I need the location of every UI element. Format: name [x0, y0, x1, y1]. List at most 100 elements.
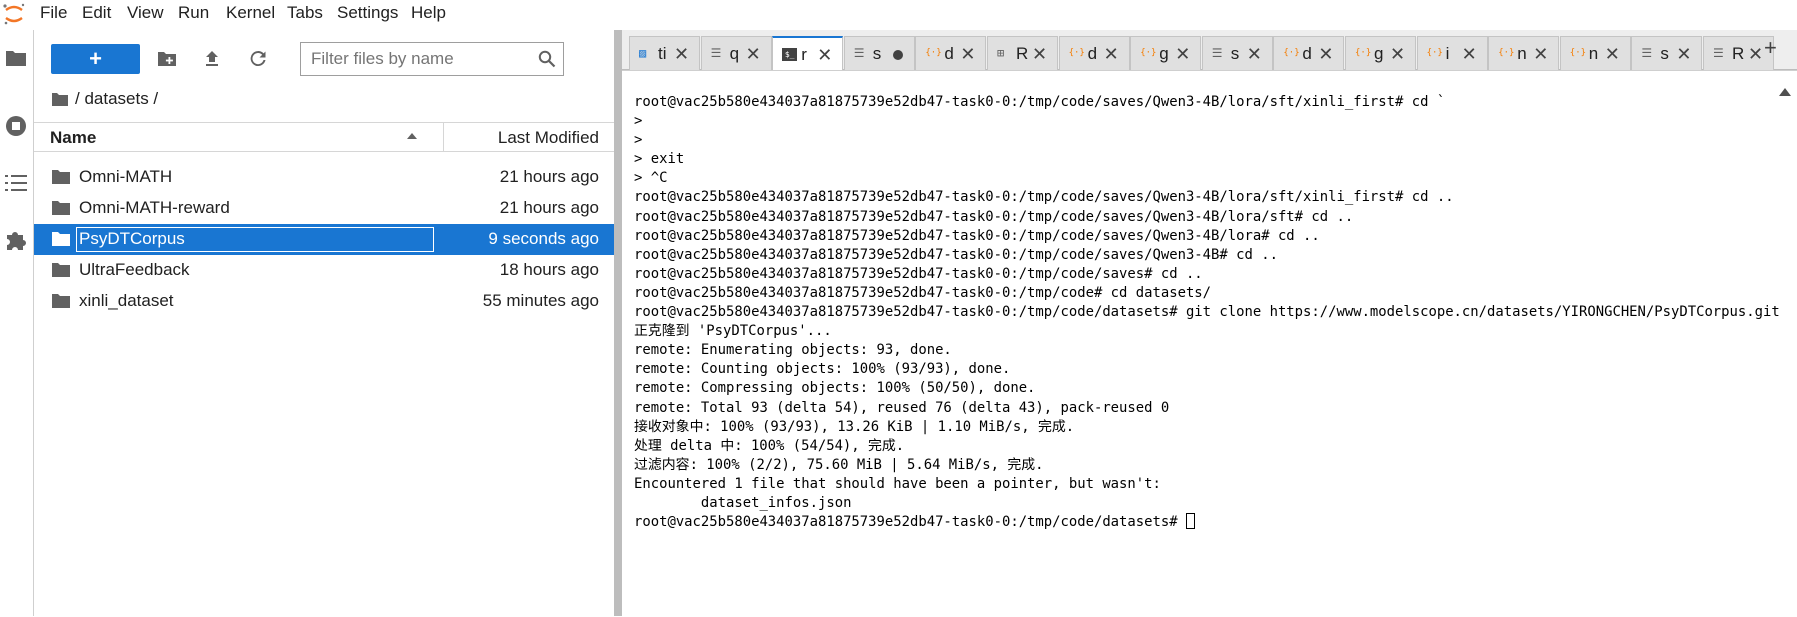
close-icon[interactable]: ✕ [1676, 44, 1691, 64]
tab-2[interactable]: $_ r ✕ [772, 36, 844, 71]
menu-kernel[interactable]: Kernel [226, 3, 275, 23]
terminal-line: root@vac25b580e434037a81875739e52db47-ta… [634, 94, 1446, 110]
tab-4[interactable]: {·} d ✕ [915, 36, 987, 70]
search-icon [538, 50, 556, 68]
file-row-omni-math[interactable]: Omni-MATH 21 hours ago [34, 162, 614, 193]
file-modified: 21 hours ago [499, 167, 599, 186]
new-folder-button[interactable] [152, 44, 182, 74]
tab-11[interactable]: {·} i ✕ [1416, 36, 1488, 70]
close-icon[interactable]: ✕ [1533, 44, 1548, 64]
tab-label: ti [658, 44, 667, 63]
terminal-line: root@vac25b580e434037a81875739e52db47-ta… [634, 227, 1320, 244]
tab-8[interactable]: ☰ s ✕ [1201, 36, 1273, 70]
menubar: File Edit View Run Kernel Tabs Settings … [0, 0, 1797, 28]
upload-button[interactable] [197, 44, 227, 74]
close-icon[interactable]: ✕ [1462, 44, 1477, 64]
extension-puzzle-icon[interactable] [4, 228, 28, 252]
file-row-xinli-dataset[interactable]: xinli_dataset 55 minutes ago [34, 286, 614, 317]
home-folder-icon[interactable] [52, 92, 68, 106]
menu-help[interactable]: Help [411, 3, 446, 23]
close-icon[interactable]: ✕ [1748, 44, 1763, 64]
new-launcher-button[interactable]: + [51, 44, 140, 74]
folder-icon [52, 170, 70, 184]
folder-icon [52, 232, 70, 246]
tab-label: q [729, 44, 740, 63]
close-icon[interactable]: ✕ [746, 44, 761, 64]
scrollbar-up-arrow-icon[interactable] [1779, 88, 1791, 96]
sort-ascending-icon[interactable] [407, 133, 417, 139]
file-row-omni-math-reward[interactable]: Omni-MATH-reward 21 hours ago [34, 193, 614, 224]
terminal-line: Encountered 1 file that should have been… [634, 475, 1161, 492]
close-icon[interactable]: ✕ [1032, 44, 1047, 64]
tab-12[interactable]: {·} n ✕ [1488, 36, 1560, 70]
refresh-button[interactable] [243, 44, 273, 74]
terminal-line: root@vac25b580e434037a81875739e52db47-ta… [634, 304, 1780, 321]
column-name-header[interactable]: Name [50, 128, 96, 148]
terminal-line: root@vac25b580e434037a81875739e52db47-ta… [634, 189, 1454, 206]
close-icon[interactable]: ✕ [1104, 44, 1119, 64]
close-icon[interactable]: ✕ [674, 44, 689, 64]
tab-10[interactable]: {·} g ✕ [1345, 36, 1416, 70]
json-icon: {·} [1569, 48, 1587, 58]
menu-settings[interactable]: Settings [337, 3, 398, 23]
file-name: UltraFeedback [79, 260, 190, 279]
tab-label: i [1445, 44, 1450, 63]
panel-splitter-handle[interactable] [614, 30, 622, 616]
filter-files-input[interactable] [301, 43, 529, 75]
folder-icon [52, 263, 70, 277]
tab-label: n [1517, 44, 1527, 63]
terminal-cursor [1185, 513, 1195, 530]
menu-run[interactable]: Run [178, 3, 209, 23]
tab-label: d [1302, 44, 1312, 63]
menu-file[interactable]: File [40, 3, 67, 23]
json-icon: {·} [1283, 48, 1300, 58]
breadcrumb: / datasets / [52, 87, 158, 111]
refresh-icon [250, 51, 266, 67]
tab-14[interactable]: ☰ s ✕ [1631, 36, 1703, 70]
dock-tab-bar: ▨ ti ✕ ☰ q ✕ $_ r ✕ ☰ s {·} d ✕ ⊞ R ✕ {·} d ✕ {·} g ✕ ☰ s ✕ {·} d ✕{… [622, 30, 1797, 71]
tab-3[interactable]: ☰ s [843, 36, 915, 70]
running-kernels-icon[interactable] [4, 114, 28, 138]
column-modified-header[interactable]: Last Modified [498, 128, 599, 148]
tab-label: R [1016, 44, 1029, 63]
terminal-icon: $_ [782, 48, 798, 61]
text-file-icon: ☰ [710, 46, 722, 60]
close-icon[interactable]: ✕ [1605, 44, 1620, 64]
file-row-ultrafeedback[interactable]: UltraFeedback 18 hours ago [34, 255, 614, 286]
close-icon[interactable]: ✕ [960, 44, 975, 64]
terminal-line: 接收对象中: 100% (93/93), 13.26 KiB | 1.10 Mi… [634, 418, 1075, 435]
file-browser-folder-icon[interactable] [4, 46, 28, 70]
tab-5[interactable]: ⊞ R ✕ [987, 36, 1058, 70]
column-divider[interactable] [443, 123, 444, 151]
tab-6[interactable]: {·} d ✕ [1058, 36, 1130, 70]
close-icon[interactable]: ✕ [1247, 44, 1262, 64]
menu-tabs[interactable]: Tabs [287, 3, 323, 23]
tab-label: s [872, 44, 882, 63]
tab-7[interactable]: {·} g ✕ [1130, 36, 1202, 70]
close-icon[interactable]: ✕ [1318, 44, 1333, 64]
tab-0[interactable]: ▨ ti ✕ [629, 36, 700, 70]
tab-1[interactable]: ☰ q ✕ [700, 36, 772, 70]
close-icon[interactable]: ✕ [817, 45, 832, 65]
terminal-panel[interactable]: root@vac25b580e434037a81875739e52db47-ta… [622, 70, 1797, 617]
tab-13[interactable]: {·} n ✕ [1559, 36, 1631, 70]
menu-view[interactable]: View [127, 3, 164, 23]
breadcrumb-path[interactable]: / datasets / [75, 89, 158, 109]
table-of-contents-icon[interactable] [4, 171, 28, 195]
new-folder-icon [158, 52, 176, 66]
tab-9[interactable]: {·} d ✕ [1273, 36, 1345, 70]
unsaved-dot-icon[interactable] [892, 50, 903, 60]
close-icon[interactable]: ✕ [1390, 44, 1405, 64]
jupyter-logo-icon [3, 3, 25, 25]
file-name: Omni-MATH-reward [79, 198, 230, 217]
add-tab-button[interactable]: + [1764, 36, 1777, 60]
terminal-line: > [634, 113, 643, 130]
terminal-line: remote: Counting objects: 100% (93/93), … [634, 361, 1011, 378]
upload-icon [206, 51, 218, 66]
json-icon: {·} [1498, 48, 1515, 58]
close-icon[interactable]: ✕ [1175, 44, 1190, 64]
file-modified: 9 seconds ago [488, 229, 599, 248]
menu-edit[interactable]: Edit [82, 3, 111, 23]
folder-icon [52, 201, 70, 215]
file-row-psydtcorpus[interactable]: PsyDTCorpus 9 seconds ago [34, 224, 614, 255]
